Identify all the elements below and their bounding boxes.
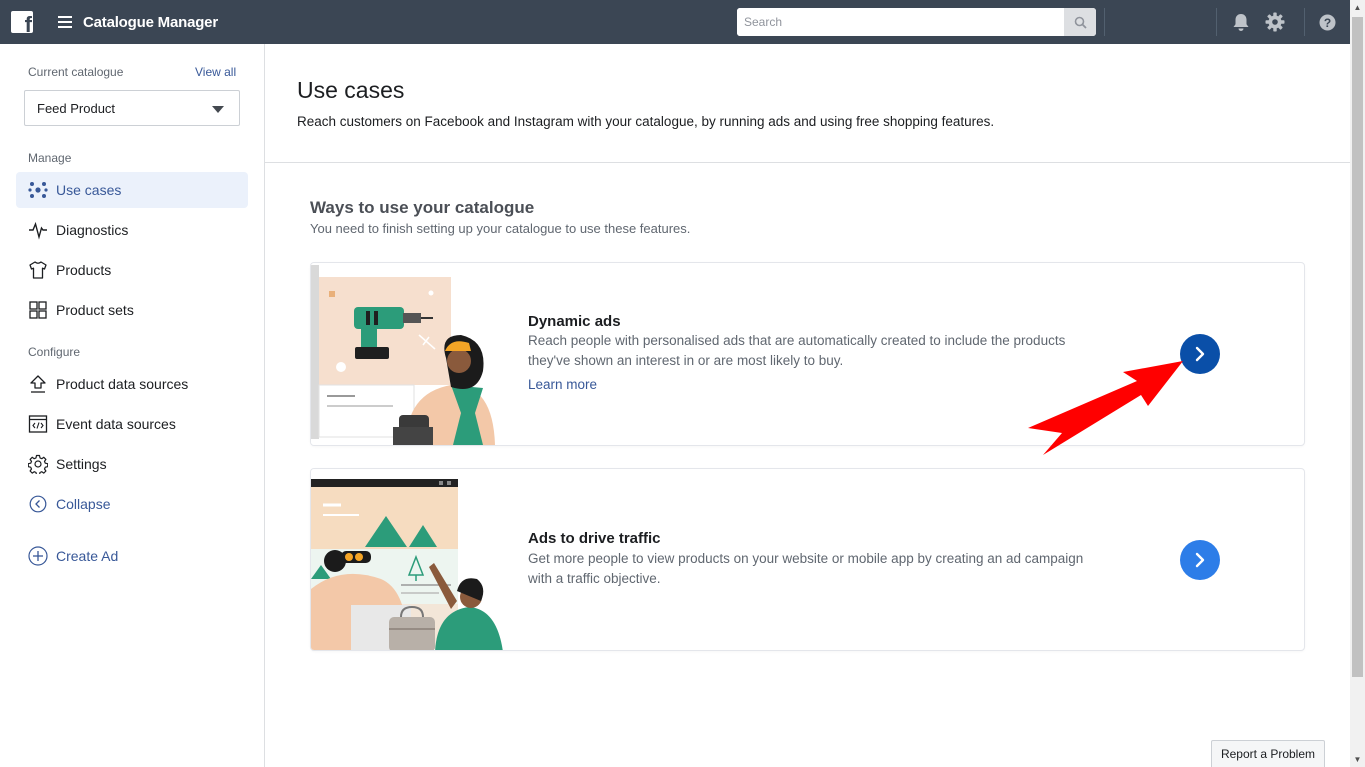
upload-icon — [28, 374, 48, 394]
search-icon — [1074, 16, 1087, 29]
use-case-card-ads-to-drive-traffic: Ads to drive traffic Get more people to … — [310, 468, 1305, 651]
card-title: Ads to drive traffic — [528, 530, 661, 547]
sidebar-item-diagnostics[interactable]: Diagnostics — [16, 212, 248, 248]
search-box — [737, 8, 1096, 36]
collapse-label: Collapse — [56, 496, 111, 512]
help-icon[interactable]: ? — [1317, 12, 1337, 32]
card-description: Reach people with personalised ads that … — [528, 333, 1066, 368]
report-a-problem-button[interactable]: Report a Problem — [1211, 740, 1325, 767]
sidebar-item-label: Event data sources — [56, 416, 176, 432]
chevron-right-icon — [1195, 552, 1205, 568]
chevron-left-circle-icon — [28, 494, 48, 514]
pulse-icon — [28, 220, 48, 240]
page-header: Use cases Reach customers on Facebook an… — [265, 44, 1350, 163]
traffic-ads-illustration — [311, 469, 511, 650]
create-ad-label: Create Ad — [56, 548, 119, 564]
sidebar-item-label: Products — [56, 262, 112, 278]
sidebar: Current catalogue View all Feed Product … — [0, 44, 265, 767]
top-navigation-bar: f Catalogue Manager ? — [0, 0, 1350, 44]
app-title: Catalogue Manager — [83, 14, 218, 31]
sidebar-item-label: Settings — [56, 456, 107, 472]
facebook-logo-icon[interactable]: f — [11, 11, 33, 33]
code-window-icon — [28, 414, 48, 434]
manage-section-label: Manage — [28, 151, 72, 165]
scroll-up-arrow-icon[interactable]: ▲ — [1353, 3, 1362, 12]
learn-more-link[interactable]: Learn more — [528, 377, 597, 392]
open-dynamic-ads-button[interactable] — [1180, 334, 1220, 374]
divider — [1304, 8, 1305, 36]
view-all-link[interactable]: View all — [195, 65, 236, 79]
sidebar-item-use-cases[interactable]: Use cases — [16, 172, 248, 208]
divider — [1216, 8, 1217, 36]
gear-icon[interactable] — [1265, 12, 1285, 32]
chevron-right-icon — [1195, 346, 1205, 362]
sidebar-item-settings[interactable]: Settings — [16, 446, 248, 482]
hamburger-menu-icon[interactable] — [58, 16, 72, 28]
section-title: Ways to use your catalogue — [310, 198, 535, 217]
open-ads-to-drive-traffic-button[interactable] — [1180, 540, 1220, 580]
scroll-down-arrow-icon[interactable]: ▼ — [1353, 755, 1362, 764]
bell-icon[interactable] — [1231, 12, 1251, 32]
gear-icon — [28, 454, 48, 474]
chevron-down-icon — [212, 106, 224, 113]
configure-section-label: Configure — [28, 345, 81, 359]
scrollbar-thumb[interactable] — [1352, 17, 1363, 677]
sidebar-item-product-sets[interactable]: Product sets — [16, 292, 248, 328]
search-button[interactable] — [1064, 8, 1096, 36]
grid-icon — [28, 300, 48, 320]
plus-circle-icon — [28, 546, 48, 566]
page-subtitle: Reach customers on Facebook and Instagra… — [297, 114, 995, 129]
shirt-icon — [28, 260, 48, 280]
sidebar-item-label: Diagnostics — [56, 222, 129, 238]
sidebar-item-product-data-sources[interactable]: Product data sources — [16, 366, 248, 402]
page-title: Use cases — [297, 77, 405, 103]
use-case-card-dynamic-ads: Dynamic ads Reach people with personalis… — [310, 262, 1305, 446]
catalogue-selector[interactable]: Feed Product — [24, 90, 240, 126]
collapse-sidebar-button[interactable]: Collapse — [16, 486, 248, 522]
sidebar-item-label: Product data sources — [56, 376, 189, 392]
divider — [1104, 8, 1105, 36]
sidebar-item-event-data-sources[interactable]: Event data sources — [16, 406, 248, 442]
card-description: Get more people to view products on your… — [528, 551, 1084, 586]
dynamic-ads-illustration — [311, 263, 511, 445]
svg-text:?: ? — [1323, 15, 1330, 29]
section-subtitle: You need to finish setting up your catal… — [310, 221, 691, 236]
current-catalogue-label: Current catalogue — [28, 65, 124, 79]
use-cases-icon — [28, 180, 48, 200]
catalogue-selector-value: Feed Product — [37, 101, 116, 116]
create-ad-button[interactable]: Create Ad — [16, 538, 248, 574]
sidebar-item-products[interactable]: Products — [16, 252, 248, 288]
search-input[interactable] — [737, 8, 1063, 36]
sidebar-item-label: Product sets — [56, 302, 134, 318]
card-title: Dynamic ads — [528, 313, 621, 330]
sidebar-item-label: Use cases — [56, 182, 122, 198]
